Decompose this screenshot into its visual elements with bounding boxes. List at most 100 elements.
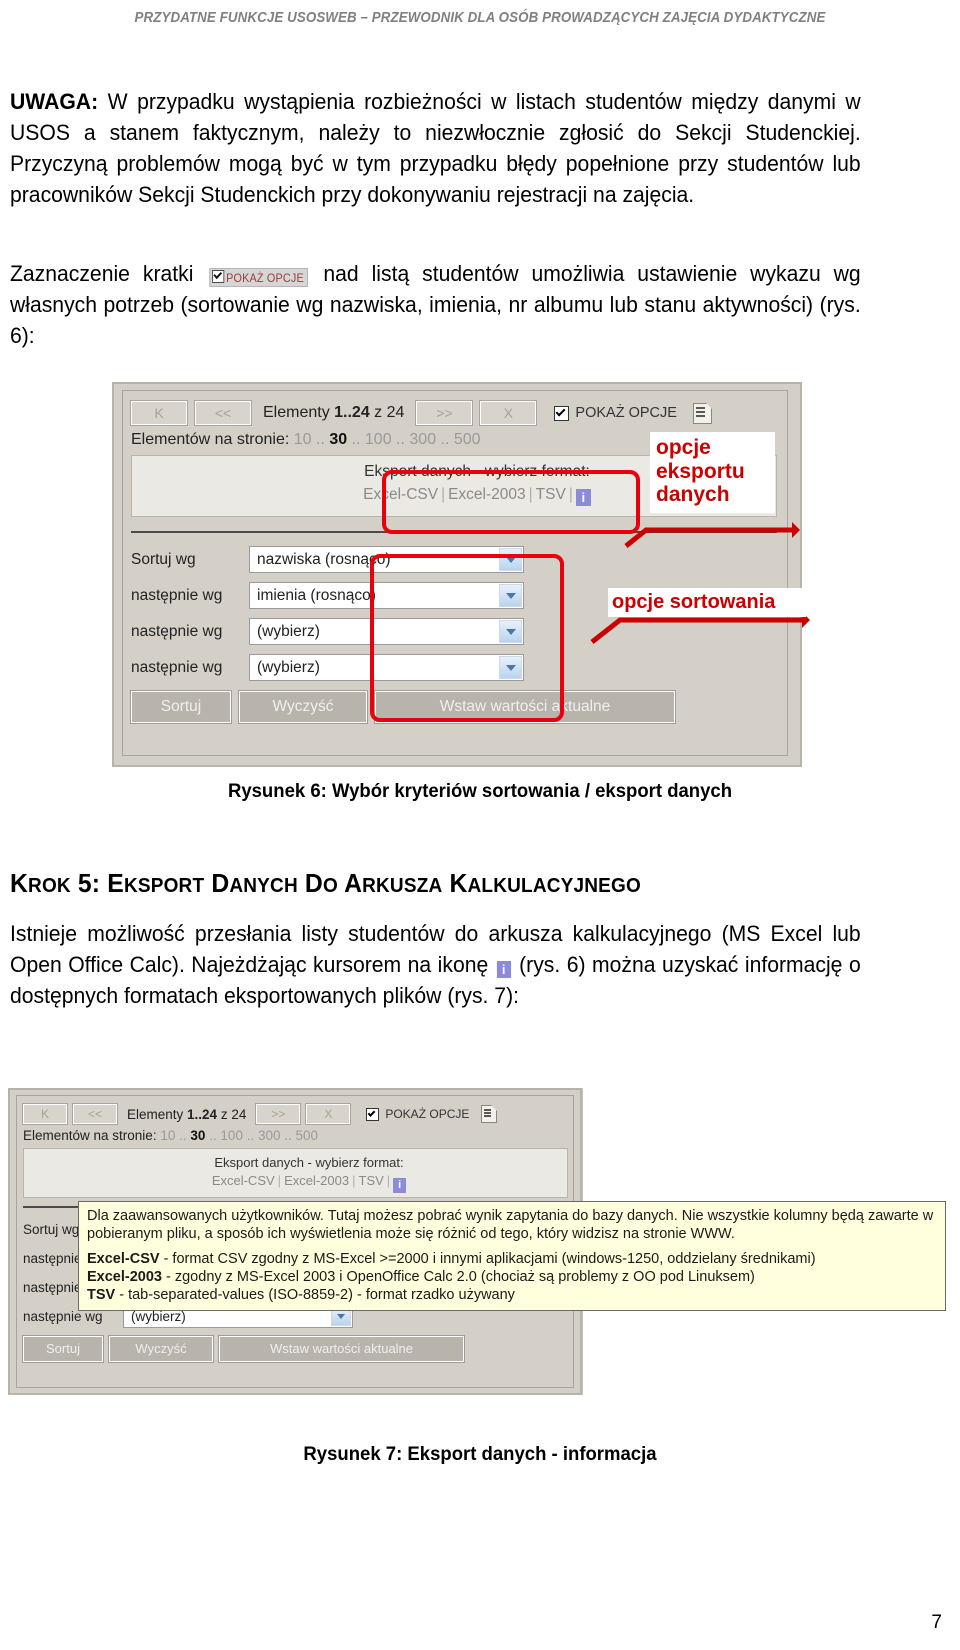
spreadsheet-icon[interactable] (692, 402, 712, 424)
annotation-label-sort-options: opcje sortowania (608, 588, 806, 618)
chevron-down-icon[interactable] (499, 656, 522, 679)
sort-row-label: następnie wg (131, 622, 223, 640)
running-header: PRZYDATNE FUNKCJE USOSWEB – PRZEWODNIK D… (134, 10, 826, 26)
per-page-selector: Elementów na stronie: 10 .. 30 .. 100 ..… (23, 1128, 319, 1143)
heading-cap-e: E (107, 868, 124, 898)
sort-button[interactable]: Sortuj (22, 1335, 104, 1363)
zaznaczenie-text-before: Zaznaczenie kratki (10, 261, 207, 286)
heading-cap-d2: D (297, 868, 323, 898)
per-page-option-30[interactable]: 30 (190, 1128, 205, 1143)
pagination-toolbar: K << Elementy 1..24 z 24 >> X POKAŻ OPCJ… (22, 1102, 568, 1126)
tooltip-xls-line: Excel-2003 - zgodny z MS-Excel 2003 i Op… (87, 1268, 938, 1286)
sort-action-buttons: Sortuj Wyczyść Wstaw wartości aktualne (130, 690, 676, 724)
per-page-option-300[interactable]: 300 (258, 1128, 281, 1143)
sort-action-buttons: Sortuj Wyczyść Wstaw wartości aktualne (22, 1335, 465, 1363)
show-options-checkbox-group[interactable]: POKAŻ OPCJE (366, 1107, 469, 1121)
sort-row-label: następnie wg (23, 1309, 103, 1324)
tooltip-tsv-line: TSV - tab-separated-values (ISO-8859-2) … (87, 1286, 938, 1304)
per-page-option-100[interactable]: 100 (365, 431, 392, 448)
per-page-option-500[interactable]: 500 (454, 431, 481, 448)
tooltip-tsv-desc: - tab-separated-values (ISO-8859-2) - fo… (115, 1287, 515, 1303)
nav-first-button[interactable]: K (22, 1103, 68, 1125)
export-link-excel-csv[interactable]: Excel-CSV (363, 486, 438, 503)
page-number: 7 (931, 1612, 942, 1633)
figure-7-caption: Rysunek 7: Eksport danych - informacja (303, 1443, 657, 1465)
heading-cap-d1: D (204, 868, 230, 898)
paragraph-zaznaczenie: Zaznaczenie kratki POKAŻ OPCJE nad listą… (10, 258, 861, 351)
nav-prev-button[interactable]: << (72, 1103, 118, 1125)
insert-current-values-button[interactable]: Wstaw wartości aktualne (218, 1335, 465, 1363)
export-link-excel-csv[interactable]: Excel-CSV (212, 1173, 275, 1188)
elements-label: Elementy (263, 404, 335, 421)
per-page-label: Elementów na stronie: (23, 1128, 161, 1143)
tooltip-xls-desc: - zgodny z MS-Excel 2003 i OpenOffice Ca… (161, 1269, 755, 1285)
uwaga-label: UWAGA: (10, 89, 99, 114)
sort-button[interactable]: Sortuj (130, 690, 232, 724)
per-page-option-300[interactable]: 300 (409, 431, 436, 448)
heading-rok: ROK (28, 875, 71, 897)
nav-last-button[interactable]: X (305, 1103, 352, 1125)
chevron-down-icon[interactable] (499, 548, 522, 571)
nav-prev-button[interactable]: << (194, 400, 252, 426)
sort-select-value: (wybierz) (257, 658, 320, 676)
spreadsheet-icon[interactable] (481, 1105, 498, 1123)
sort-select-4[interactable]: (wybierz) (249, 654, 524, 681)
sort-select-value: imienia (rosnąco) (257, 586, 376, 604)
per-page-option-30[interactable]: 30 (329, 431, 347, 448)
figure-7-screenshot: K << Elementy 1..24 z 24 >> X POKAŻ OPCJ… (8, 1088, 952, 1418)
paragraph-uwaga: UWAGA: W przypadku wystąpienia rozbieżno… (10, 86, 861, 210)
sort-select-value: (wybierz) (131, 1309, 186, 1324)
export-title: Eksport danych - wybierz format: (214, 1155, 404, 1170)
sort-select-1[interactable]: nazwiska (rosnąco) (249, 546, 524, 573)
sort-row: następnie wg (wybierz) (131, 615, 524, 648)
sort-select-2[interactable]: imienia (rosnąco) (249, 582, 524, 609)
elements-total: z 24 (369, 404, 405, 421)
nav-next-button[interactable]: >> (255, 1103, 302, 1125)
per-page-option-100[interactable]: 100 (220, 1128, 243, 1143)
nav-last-button[interactable]: X (479, 400, 538, 426)
clear-button[interactable]: Wyczyść (108, 1335, 214, 1363)
sort-row-label: następnie wg (131, 658, 223, 676)
heading-cap-a: A (337, 868, 363, 898)
heading-anych: ANYCH (229, 875, 298, 897)
export-link-excel-2003[interactable]: Excel-2003 (284, 1173, 349, 1188)
sort-row-label: Sortuj wg (131, 550, 196, 568)
info-icon: i (496, 961, 511, 978)
elements-counter: Elementy 1..24 z 24 (123, 1107, 250, 1122)
chevron-down-icon[interactable] (499, 584, 522, 607)
annotation-label-export-options: opcje eksportu danych (650, 432, 775, 513)
chevron-down-icon[interactable] (499, 620, 522, 643)
nav-next-button[interactable]: >> (415, 400, 474, 426)
sort-select-value: nazwiska (rosnąco) (257, 550, 391, 568)
sort-select-3[interactable]: (wybierz) (249, 618, 524, 645)
elements-label: Elementy (127, 1106, 188, 1122)
checkbox-icon (211, 270, 225, 283)
per-page-option-10[interactable]: 10 (294, 431, 312, 448)
section-heading-krok-5: KROK 5: EKSPORT DANYCH DO ARKUSZA KALKUL… (10, 868, 641, 899)
clear-button[interactable]: Wyczyść (238, 690, 368, 724)
nav-first-button[interactable]: K (130, 400, 188, 426)
per-page-option-500[interactable]: 500 (296, 1128, 319, 1143)
heading-alkulacyjnego: ALKULACYJNEGO (467, 875, 641, 897)
sort-row: następnie wg (wybierz) (131, 651, 524, 684)
export-link-excel-2003[interactable]: Excel-2003 (448, 486, 526, 503)
sort-row: następnie wg imienia (rosnąco) (131, 579, 524, 612)
export-link-tsv[interactable]: TSV (359, 1173, 384, 1188)
per-page-option-10[interactable]: 10 (160, 1128, 175, 1143)
heading-cap-k: K (10, 868, 29, 898)
info-icon[interactable]: i (393, 1178, 407, 1193)
per-page-label: Elementów na stronie: (131, 431, 294, 448)
show-options-label: POKAŻ OPCJE (385, 1107, 470, 1121)
checkbox-icon[interactable] (366, 1107, 380, 1121)
tooltip-csv-name: Excel-CSV (87, 1251, 160, 1267)
heading-cap-k2: K (442, 868, 468, 898)
checkbox-icon[interactable] (554, 405, 570, 421)
insert-current-values-button[interactable]: Wstaw wartości aktualne (374, 690, 676, 724)
tooltip-intro: Dla zaawansowanych użytkowników. Tutaj m… (87, 1208, 934, 1242)
heading-ksport: KSPORT (123, 875, 205, 897)
elements-range: 1..24 (334, 404, 370, 421)
show-options-checkbox-group[interactable]: POKAŻ OPCJE (554, 405, 677, 421)
heading-rkusza: RKUSZA (362, 875, 443, 897)
export-format-links: Excel-CSV | Excel-2003 | TSV | i (164, 1173, 454, 1193)
show-options-label: POKAŻ OPCJE (575, 405, 677, 421)
